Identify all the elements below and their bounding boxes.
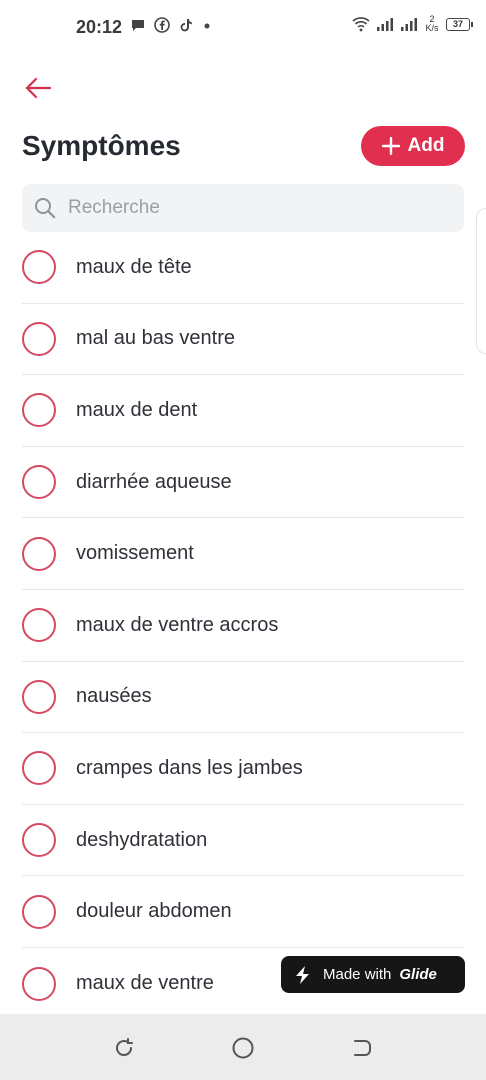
list-item[interactable]: diarrhée aqueuse (22, 447, 464, 519)
glide-logo-icon (296, 965, 309, 984)
item-label: maux de dent (76, 398, 198, 421)
item-label: mal au bas ventre (76, 327, 235, 350)
radio-button[interactable] (22, 608, 56, 643)
radio-button[interactable] (22, 751, 56, 786)
search-box[interactable] (22, 184, 464, 232)
search-input[interactable] (68, 197, 448, 219)
item-label: deshydratation (76, 828, 208, 851)
list-item[interactable]: vomissement (22, 518, 464, 590)
add-button-label: Add (407, 135, 445, 156)
recent-apps-button[interactable] (111, 1035, 137, 1061)
wifi-icon (352, 17, 370, 32)
battery-icon: 37 (446, 17, 473, 31)
radio-button[interactable] (22, 536, 56, 571)
item-label: nausées (76, 685, 152, 708)
list-item[interactable]: mal au bas ventre (22, 304, 464, 376)
status-time: 20:12 (76, 17, 123, 37)
status-bar: 20:12 2 K/s 37 (0, 0, 486, 56)
list-item[interactable]: nausées (22, 662, 464, 734)
radio-button[interactable] (22, 393, 56, 428)
recent-apps-icon (116, 1038, 133, 1057)
radio-button[interactable] (22, 679, 56, 714)
system-icons: 2 K/s 37 (352, 15, 473, 33)
add-button[interactable]: Add (361, 126, 465, 166)
back-nav-button[interactable] (349, 1035, 375, 1061)
home-button[interactable] (230, 1035, 256, 1061)
search-icon (35, 198, 56, 219)
radio-button[interactable] (22, 465, 56, 500)
dot-icon (204, 23, 210, 29)
network-speed-unit: K/s (425, 23, 439, 33)
item-label: crampes dans les jambes (76, 756, 303, 779)
tiktok-icon (180, 19, 192, 32)
item-label: vomissement (76, 542, 194, 565)
message-icon (132, 20, 144, 31)
back-nav-icon (354, 1040, 371, 1056)
list-item[interactable]: douleur abdomen (22, 876, 464, 948)
back-button[interactable] (20, 72, 56, 104)
symptom-list: maux de tête mal au bas ventre maux de d… (22, 232, 464, 1020)
plus-icon (381, 137, 400, 155)
signal-icon-2 (401, 18, 417, 31)
home-icon (232, 1037, 254, 1059)
list-item[interactable]: crampes dans les jambes (22, 733, 464, 805)
item-label: douleur abdomen (76, 900, 232, 923)
network-speed: 2 K/s (424, 15, 440, 33)
list-item[interactable]: maux de dent (22, 375, 464, 447)
badge-prefix: Made with (323, 966, 392, 983)
badge-brand: Glide (399, 966, 437, 983)
item-label: maux de tête (76, 255, 192, 278)
navigation-bar (0, 1014, 486, 1080)
radio-button[interactable] (22, 321, 56, 356)
facebook-icon (154, 17, 170, 33)
notification-icons (130, 17, 212, 33)
radio-button[interactable] (22, 250, 56, 285)
scroll-edge-handle[interactable] (476, 208, 486, 354)
page-title: Symptômes (22, 130, 181, 161)
list-item[interactable]: maux de tête (22, 232, 464, 304)
list-item[interactable]: maux de ventre accros (22, 590, 464, 662)
back-arrow-icon (25, 77, 52, 99)
radio-button[interactable] (22, 823, 56, 858)
list-item[interactable]: deshydratation (22, 805, 464, 877)
item-label: maux de ventre (76, 972, 214, 995)
item-label: diarrhée aqueuse (76, 470, 232, 493)
signal-icon (377, 18, 393, 31)
radio-button[interactable] (22, 894, 56, 929)
item-label: maux de ventre accros (76, 613, 279, 636)
made-with-glide-badge[interactable]: Made with Glide (281, 956, 465, 993)
radio-button[interactable] (22, 966, 56, 1001)
